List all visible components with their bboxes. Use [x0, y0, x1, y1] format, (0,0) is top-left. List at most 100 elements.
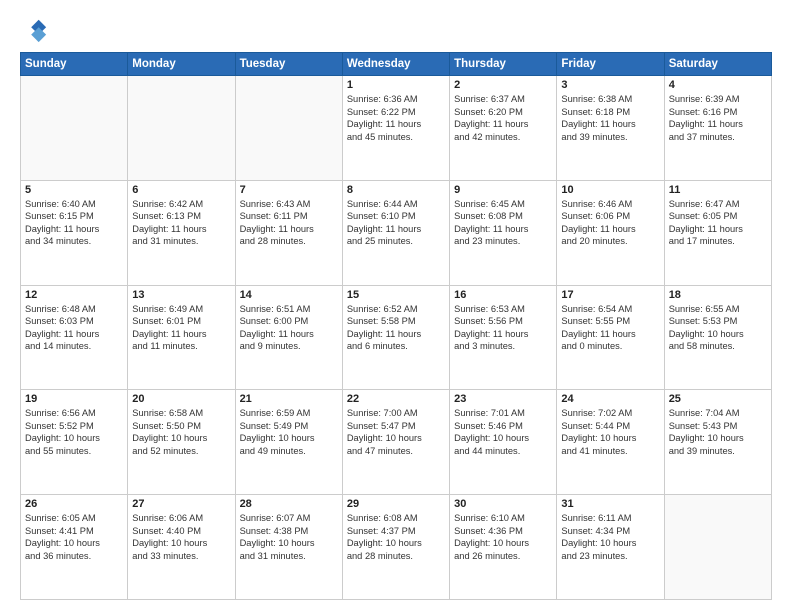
- calendar-cell: 20 Sunrise: 6:58 AM Sunset: 5:50 PM Dayli…: [128, 390, 235, 495]
- calendar-cell: 12 Sunrise: 6:48 AM Sunset: 6:03 PM Dayli…: [21, 285, 128, 390]
- calendar-cell: 6 Sunrise: 6:42 AM Sunset: 6:13 PM Daylig…: [128, 180, 235, 285]
- calendar-cell: 26 Sunrise: 6:05 AM Sunset: 4:41 PM Dayli…: [21, 495, 128, 600]
- day-of-week-header: Monday: [128, 53, 235, 76]
- calendar-cell: 4 Sunrise: 6:39 AM Sunset: 6:16 PM Daylig…: [664, 76, 771, 181]
- calendar-cell: 8 Sunrise: 6:44 AM Sunset: 6:10 PM Daylig…: [342, 180, 449, 285]
- calendar-cell: 2 Sunrise: 6:37 AM Sunset: 6:20 PM Daylig…: [450, 76, 557, 181]
- cell-info: Sunrise: 7:04 AM Sunset: 5:43 PM Dayligh…: [669, 407, 767, 457]
- cell-info: Sunrise: 6:58 AM Sunset: 5:50 PM Dayligh…: [132, 407, 230, 457]
- calendar-cell: 30Sunrise: 6:10 AM Sunset: 4:36 PM Dayli…: [450, 495, 557, 600]
- day-number: 21: [240, 393, 338, 405]
- day-number: 2: [454, 79, 552, 91]
- day-number: 26: [25, 498, 123, 510]
- day-number: 18: [669, 289, 767, 301]
- day-number: 29: [347, 498, 445, 510]
- cell-info: Sunrise: 6:08 AM Sunset: 4:37 PM Dayligh…: [347, 512, 445, 562]
- day-number: 30: [454, 498, 552, 510]
- calendar-cell: [235, 76, 342, 181]
- calendar-cell: 15 Sunrise: 6:52 AM Sunset: 5:58 PM Dayli…: [342, 285, 449, 390]
- cell-info: Sunrise: 6:06 AM Sunset: 4:40 PM Dayligh…: [132, 512, 230, 562]
- calendar-cell: 13 Sunrise: 6:49 AM Sunset: 6:01 PM Dayli…: [128, 285, 235, 390]
- calendar-cell: 3 Sunrise: 6:38 AM Sunset: 6:18 PM Daylig…: [557, 76, 664, 181]
- day-number: 27: [132, 498, 230, 510]
- day-number: 12: [25, 289, 123, 301]
- day-number: 1: [347, 79, 445, 91]
- cell-info: Sunrise: 6:05 AM Sunset: 4:41 PM Dayligh…: [25, 512, 123, 562]
- calendar-cell: 7 Sunrise: 6:43 AM Sunset: 6:11 PM Daylig…: [235, 180, 342, 285]
- day-number: 19: [25, 393, 123, 405]
- day-number: 4: [669, 79, 767, 91]
- cell-info: Sunrise: 6:55 AM Sunset: 5:53 PM Dayligh…: [669, 303, 767, 353]
- calendar-cell: 28Sunrise: 6:07 AM Sunset: 4:38 PM Dayli…: [235, 495, 342, 600]
- day-of-week-header: Friday: [557, 53, 664, 76]
- calendar-cell: 31 Sunrise: 6:11 AM Sunset: 4:34 PM Dayli…: [557, 495, 664, 600]
- day-number: 3: [561, 79, 659, 91]
- day-number: 31: [561, 498, 659, 510]
- cell-info: Sunrise: 6:36 AM Sunset: 6:22 PM Dayligh…: [347, 93, 445, 143]
- calendar-week-row: 26 Sunrise: 6:05 AM Sunset: 4:41 PM Dayli…: [21, 495, 772, 600]
- day-number: 8: [347, 184, 445, 196]
- calendar-week-row: 1 Sunrise: 6:36 AM Sunset: 6:22 PM Daylig…: [21, 76, 772, 181]
- day-number: 10: [561, 184, 659, 196]
- calendar-week-row: 12 Sunrise: 6:48 AM Sunset: 6:03 PM Dayli…: [21, 285, 772, 390]
- calendar-cell: 17 Sunrise: 6:54 AM Sunset: 5:55 PM Dayli…: [557, 285, 664, 390]
- cell-info: Sunrise: 6:51 AM Sunset: 6:00 PM Dayligh…: [240, 303, 338, 353]
- cell-info: Sunrise: 7:00 AM Sunset: 5:47 PM Dayligh…: [347, 407, 445, 457]
- day-number: 23: [454, 393, 552, 405]
- day-of-week-header: Thursday: [450, 53, 557, 76]
- cell-info: Sunrise: 6:40 AM Sunset: 6:15 PM Dayligh…: [25, 198, 123, 248]
- calendar-cell: 11Sunrise: 6:47 AM Sunset: 6:05 PM Dayli…: [664, 180, 771, 285]
- cell-info: Sunrise: 6:11 AM Sunset: 4:34 PM Dayligh…: [561, 512, 659, 562]
- calendar-cell: 27 Sunrise: 6:06 AM Sunset: 4:40 PM Dayli…: [128, 495, 235, 600]
- day-number: 20: [132, 393, 230, 405]
- calendar-cell: 19 Sunrise: 6:56 AM Sunset: 5:52 PM Dayli…: [21, 390, 128, 495]
- day-number: 13: [132, 289, 230, 301]
- calendar-cell: 1 Sunrise: 6:36 AM Sunset: 6:22 PM Daylig…: [342, 76, 449, 181]
- calendar-cell: 18 Sunrise: 6:55 AM Sunset: 5:53 PM Dayli…: [664, 285, 771, 390]
- cell-info: Sunrise: 6:44 AM Sunset: 6:10 PM Dayligh…: [347, 198, 445, 248]
- cell-info: Sunrise: 6:54 AM Sunset: 5:55 PM Dayligh…: [561, 303, 659, 353]
- day-number: 11: [669, 184, 767, 196]
- day-number: 24: [561, 393, 659, 405]
- calendar-cell: 5 Sunrise: 6:40 AM Sunset: 6:15 PM Daylig…: [21, 180, 128, 285]
- cell-info: Sunrise: 6:42 AM Sunset: 6:13 PM Dayligh…: [132, 198, 230, 248]
- cell-info: Sunrise: 6:37 AM Sunset: 6:20 PM Dayligh…: [454, 93, 552, 143]
- calendar-cell: 25 Sunrise: 7:04 AM Sunset: 5:43 PM Dayli…: [664, 390, 771, 495]
- calendar-header-row: SundayMondayTuesdayWednesdayThursdayFrid…: [21, 53, 772, 76]
- cell-info: Sunrise: 6:38 AM Sunset: 6:18 PM Dayligh…: [561, 93, 659, 143]
- page: SundayMondayTuesdayWednesdayThursdayFrid…: [0, 0, 792, 612]
- day-number: 25: [669, 393, 767, 405]
- day-number: 6: [132, 184, 230, 196]
- calendar-week-row: 5 Sunrise: 6:40 AM Sunset: 6:15 PM Daylig…: [21, 180, 772, 285]
- day-of-week-header: Saturday: [664, 53, 771, 76]
- cell-info: Sunrise: 6:52 AM Sunset: 5:58 PM Dayligh…: [347, 303, 445, 353]
- cell-info: Sunrise: 7:02 AM Sunset: 5:44 PM Dayligh…: [561, 407, 659, 457]
- calendar-cell: 29 Sunrise: 6:08 AM Sunset: 4:37 PM Dayli…: [342, 495, 449, 600]
- day-number: 15: [347, 289, 445, 301]
- day-number: 5: [25, 184, 123, 196]
- cell-info: Sunrise: 6:46 AM Sunset: 6:06 PM Dayligh…: [561, 198, 659, 248]
- cell-info: Sunrise: 6:48 AM Sunset: 6:03 PM Dayligh…: [25, 303, 123, 353]
- day-number: 22: [347, 393, 445, 405]
- cell-info: Sunrise: 6:39 AM Sunset: 6:16 PM Dayligh…: [669, 93, 767, 143]
- calendar-cell: 21 Sunrise: 6:59 AM Sunset: 5:49 PM Dayli…: [235, 390, 342, 495]
- cell-info: Sunrise: 6:53 AM Sunset: 5:56 PM Dayligh…: [454, 303, 552, 353]
- day-number: 7: [240, 184, 338, 196]
- cell-info: Sunrise: 6:43 AM Sunset: 6:11 PM Dayligh…: [240, 198, 338, 248]
- cell-info: Sunrise: 6:59 AM Sunset: 5:49 PM Dayligh…: [240, 407, 338, 457]
- calendar-cell: [128, 76, 235, 181]
- calendar-cell: 9Sunrise: 6:45 AM Sunset: 6:08 PM Daylig…: [450, 180, 557, 285]
- day-of-week-header: Wednesday: [342, 53, 449, 76]
- cell-info: Sunrise: 6:49 AM Sunset: 6:01 PM Dayligh…: [132, 303, 230, 353]
- day-of-week-header: Tuesday: [235, 53, 342, 76]
- day-number: 28: [240, 498, 338, 510]
- calendar-cell: 10 Sunrise: 6:46 AM Sunset: 6:06 PM Dayli…: [557, 180, 664, 285]
- cell-info: Sunrise: 6:45 AM Sunset: 6:08 PM Dayligh…: [454, 198, 552, 248]
- cell-info: Sunrise: 6:56 AM Sunset: 5:52 PM Dayligh…: [25, 407, 123, 457]
- day-number: 17: [561, 289, 659, 301]
- calendar-cell: 22 Sunrise: 7:00 AM Sunset: 5:47 PM Dayli…: [342, 390, 449, 495]
- calendar-week-row: 19 Sunrise: 6:56 AM Sunset: 5:52 PM Dayli…: [21, 390, 772, 495]
- day-number: 14: [240, 289, 338, 301]
- calendar-cell: [664, 495, 771, 600]
- calendar-cell: 16Sunrise: 6:53 AM Sunset: 5:56 PM Dayli…: [450, 285, 557, 390]
